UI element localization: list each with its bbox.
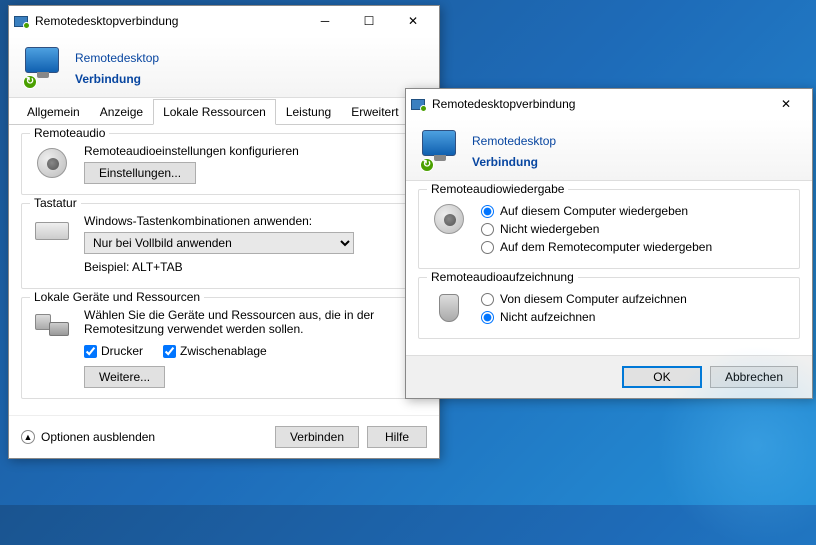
group-audio-playback: Remoteaudiowiedergabe Auf diesem Compute… [418,189,800,269]
keyboard-icon [32,214,72,278]
group-tastatur: Tastatur Windows-Tastenkombinationen anw… [21,203,427,289]
group-audio-recording: Remoteaudioaufzeichnung Von diesem Compu… [418,277,800,339]
tab-leistung[interactable]: Leistung [276,99,341,125]
tab-erweitert[interactable]: Erweitert [341,99,408,125]
banner-title: RemotedesktopVerbindung [472,129,556,170]
window-title: Remotedesktopverbindung [432,97,764,111]
keyboard-combo-select[interactable]: Nur bei Vollbild anwenden [84,232,354,254]
keyboard-label: Windows-Tastenkombinationen anwenden: [84,214,416,228]
group-label: Tastatur [30,196,81,210]
cancel-button[interactable]: Abbrechen [710,366,798,388]
speaker-icon [429,200,469,258]
audio-settings-button[interactable]: Einstellungen... [84,162,196,184]
lokale-text: Wählen Sie die Geräte und Ressourcen aus… [84,308,416,336]
tab-lokale-ressourcen[interactable]: Lokale Ressourcen [153,99,276,125]
devices-icon [32,308,72,388]
dialog-footer: ▲ Optionen ausblenden Verbinden Hilfe [9,415,439,458]
checkbox-zwischenablage[interactable]: Zwischenablage [163,344,267,358]
more-devices-button[interactable]: Weitere... [84,366,165,388]
titlebar[interactable]: Remotedesktopverbindung ✕ [406,89,812,119]
banner: ↻ RemotedesktopVerbindung [9,36,439,98]
rdp-logo-icon: ↻ [25,47,65,87]
speaker-icon [32,144,72,184]
help-button[interactable]: Hilfe [367,426,427,448]
group-label: Remoteaudiowiedergabe [427,182,568,196]
group-remoteaudio: Remoteaudio Remoteaudioeinstellungen kon… [21,133,427,195]
radio-record-none[interactable]: Nicht aufzeichnen [481,310,789,324]
banner-title: RemotedesktopVerbindung [75,46,159,87]
tab-anzeige[interactable]: Anzeige [90,99,153,125]
group-lokale-geraete: Lokale Geräte und Ressourcen Wählen Sie … [21,297,427,399]
app-icon [410,96,426,112]
minimize-button[interactable]: ─ [303,7,347,35]
rdp-logo-icon: ↻ [422,130,462,170]
window-title: Remotedesktopverbindung [35,14,303,28]
tab-bar: Allgemein Anzeige Lokale Ressourcen Leis… [9,98,439,125]
audio-settings-dialog: Remotedesktopverbindung ✕ ↻ Remotedeskto… [405,88,813,399]
banner: ↻ RemotedesktopVerbindung [406,119,812,181]
group-label: Lokale Geräte und Ressourcen [30,290,204,304]
rdp-main-window: Remotedesktopverbindung ─ ☐ ✕ ↻ Remotede… [8,5,440,459]
dialog-buttons: OK Abbrechen [406,355,812,398]
close-button[interactable]: ✕ [391,7,435,35]
hide-options-link[interactable]: ▲ Optionen ausblenden [21,430,267,444]
close-button[interactable]: ✕ [764,90,808,118]
connect-button[interactable]: Verbinden [275,426,359,448]
maximize-button[interactable]: ☐ [347,7,391,35]
dialog-content: Remoteaudiowiedergabe Auf diesem Compute… [406,181,812,355]
app-icon [13,13,29,29]
remoteaudio-text: Remoteaudioeinstellungen konfigurieren [84,144,416,158]
group-label: Remoteaudio [30,126,109,140]
keyboard-example: Beispiel: ALT+TAB [84,260,416,274]
radio-record-local[interactable]: Von diesem Computer aufzeichnen [481,292,789,306]
titlebar[interactable]: Remotedesktopverbindung ─ ☐ ✕ [9,6,439,36]
microphone-icon [429,288,469,328]
tab-content: Remoteaudio Remoteaudioeinstellungen kon… [9,125,439,415]
ok-button[interactable]: OK [622,366,702,388]
chevron-up-icon: ▲ [21,430,35,444]
tab-allgemein[interactable]: Allgemein [17,99,90,125]
group-label: Remoteaudioaufzeichnung [427,270,578,284]
radio-play-none[interactable]: Nicht wiedergeben [481,222,789,236]
radio-play-local[interactable]: Auf diesem Computer wiedergeben [481,204,789,218]
radio-play-remote[interactable]: Auf dem Remotecomputer wiedergeben [481,240,789,254]
checkbox-drucker[interactable]: Drucker [84,344,143,358]
